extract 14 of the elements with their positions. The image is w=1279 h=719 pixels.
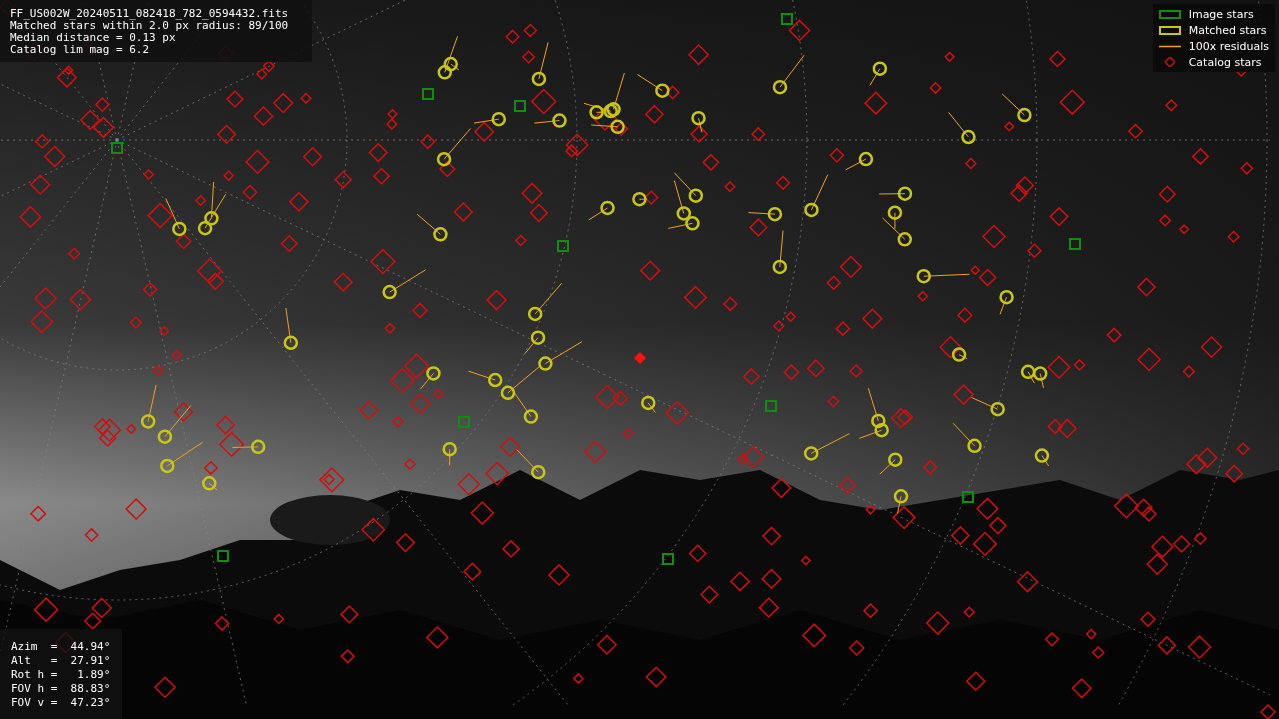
info-text: Matched stars within 2.0 px radius: 89/100 [10, 20, 290, 32]
center-marker-icon [634, 352, 646, 364]
pointing-text: Rot h = 1.89° [11, 668, 111, 682]
pointing-text: FOV v = 47.23° [11, 696, 111, 710]
pointing-text: Azim = 44.94° [11, 640, 111, 654]
info-text: Median distance = 0.13 px [10, 32, 177, 44]
info-text: FF_US002W_20240511_082418_782_0594432.fits [10, 8, 290, 20]
legend-label: Image stars [1188, 7, 1254, 21]
legend-label: Matched stars [1188, 23, 1267, 37]
pointing-text: Alt = 27.91° [11, 654, 111, 668]
legend-label: 100x residuals [1188, 39, 1269, 53]
pointing-text: FOV h = 88.83° [11, 682, 111, 696]
info-text: Catalog lim mag = 6.2 [10, 44, 151, 56]
legend-label: Catalog stars [1188, 55, 1262, 69]
